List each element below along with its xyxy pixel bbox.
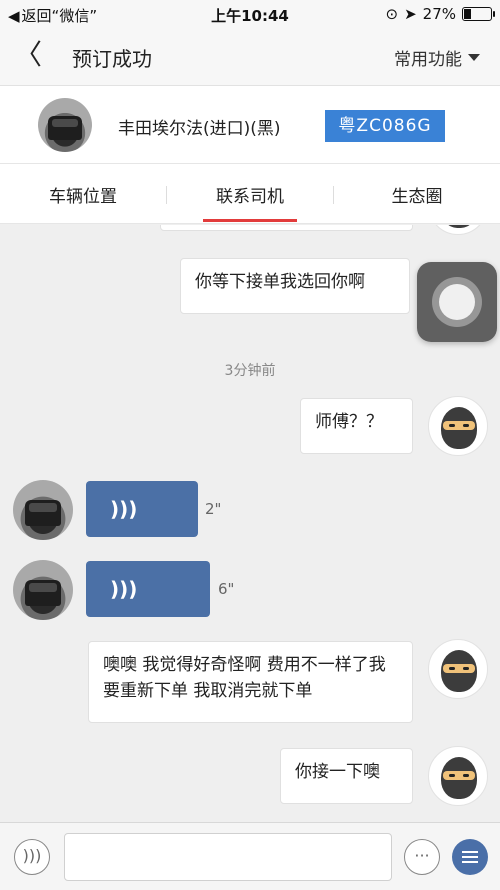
message-timestamp: 3分钟前 — [224, 363, 276, 379]
voice-message[interactable]: ))) — [86, 481, 198, 537]
common-functions-menu[interactable]: 常用功能 — [394, 45, 480, 70]
message-input[interactable] — [64, 833, 392, 881]
voice-duration: 6" — [218, 580, 235, 598]
tab-bar: 车辆位置 联系司机 生态圈 — [0, 164, 500, 224]
car-name: 丰田埃尔法(进口)(黑) — [118, 119, 281, 139]
assistive-touch-button[interactable] — [417, 262, 497, 342]
user-avatar[interactable] — [428, 396, 488, 456]
voice-message[interactable]: ))) — [86, 561, 210, 617]
voice-duration: 2" — [205, 500, 222, 518]
battery-icon — [462, 7, 495, 21]
caret-down-icon — [468, 54, 480, 61]
tab-divider — [333, 186, 334, 204]
tab-contact-driver[interactable]: 联系司机 — [185, 182, 315, 207]
driver-avatar[interactable] — [13, 480, 73, 540]
tab-divider — [166, 186, 167, 204]
car-photo — [38, 98, 92, 152]
input-bar: ))) ··· — [0, 822, 500, 890]
message-bubble: 噢噢 我觉得好奇怪啊 费用不一样了我要重新下单 我取消完就下单 — [88, 641, 413, 723]
back-chevron-icon[interactable]: 〈 — [14, 40, 42, 70]
voice-wave-icon: ))) — [110, 577, 138, 601]
page-title: 预订成功 — [72, 47, 152, 71]
status-bar: ◀ 返回“微信” 上午10:44 ⊙ ➤ 27% — [0, 0, 500, 28]
user-avatar[interactable] — [428, 746, 488, 806]
message-bubble: 你接一下噢 — [280, 748, 413, 804]
orientation-lock-icon: ⊙ — [385, 5, 399, 23]
tab-vehicle-location[interactable]: 车辆位置 — [18, 182, 148, 207]
location-arrow-icon: ➤ — [404, 5, 417, 23]
tab-ecosystem[interactable]: 生态圈 — [352, 182, 482, 207]
emoji-icon[interactable]: ··· — [404, 839, 440, 875]
car-info-panel: 丰田埃尔法(进口)(黑) 粤ZC086G — [0, 86, 500, 164]
more-menu-icon[interactable] — [452, 839, 488, 875]
driver-avatar[interactable] — [13, 560, 73, 620]
active-tab-indicator — [203, 219, 297, 222]
voice-input-icon[interactable]: ))) — [14, 839, 50, 875]
message-bubble-partial — [160, 225, 413, 231]
user-avatar[interactable] — [428, 639, 488, 699]
voice-wave-icon: ))) — [110, 497, 138, 521]
license-plate: 粤ZC086G — [325, 110, 445, 142]
message-bubble: 师傅？？ — [300, 398, 413, 454]
message-bubble: 你等下接单我选回你啊 — [180, 258, 410, 314]
navigation-bar: 〈 预订成功 常用功能 — [0, 28, 500, 86]
menu-label: 常用功能 — [394, 50, 462, 70]
user-avatar[interactable] — [428, 225, 488, 235]
battery-percent: 27% — [422, 5, 456, 23]
